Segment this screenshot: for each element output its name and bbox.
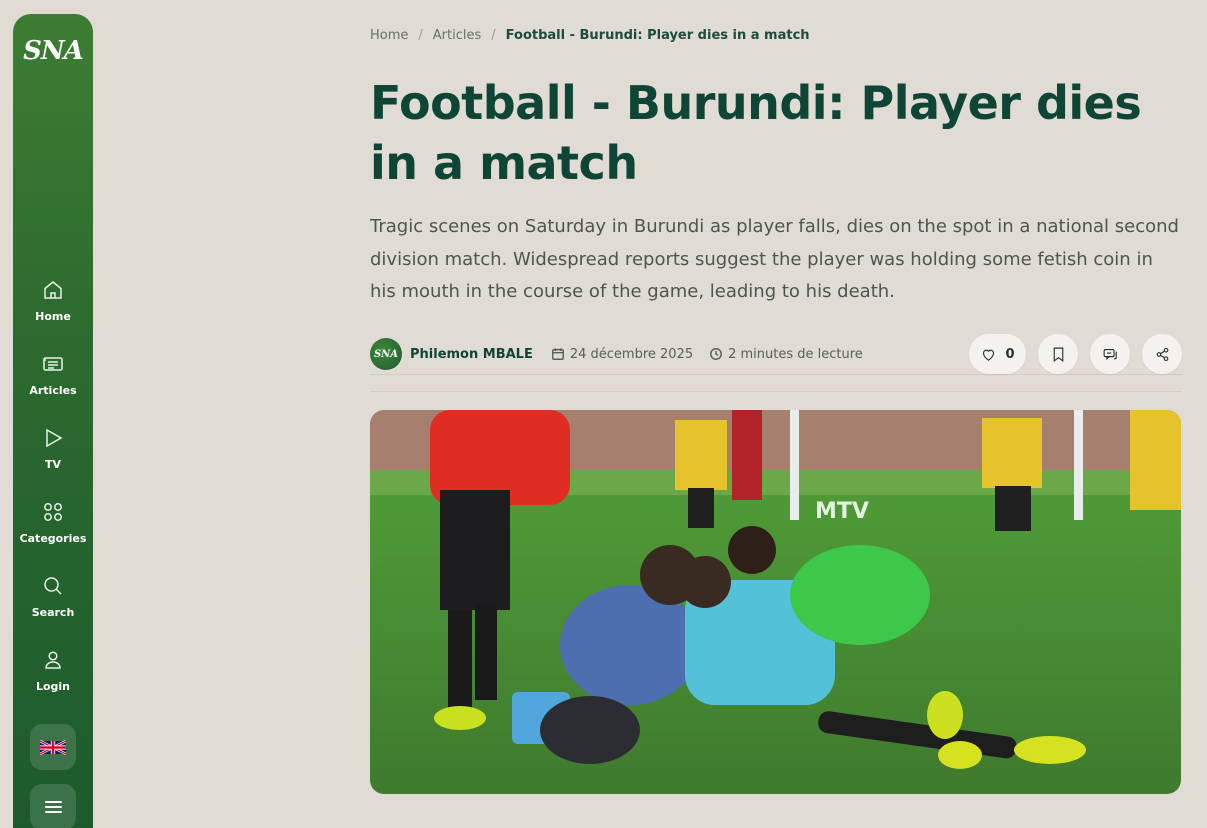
- share-icon: [1156, 347, 1168, 361]
- breadcrumb-separator: /: [418, 28, 423, 43]
- sidebar-item-search[interactable]: Search: [13, 574, 93, 648]
- calendar-icon: [551, 348, 564, 360]
- breadcrumb-articles-link[interactable]: Articles: [433, 28, 481, 43]
- like-count: 0: [1005, 346, 1015, 362]
- comments-button[interactable]: [1090, 334, 1130, 374]
- sidebar-item-home[interactable]: Home: [13, 278, 93, 352]
- breadcrumb-separator: /: [491, 28, 496, 43]
- bookmark-icon: [1053, 347, 1063, 362]
- sidebar-item-label: Categories: [19, 532, 87, 545]
- hamburger-icon: [44, 798, 62, 816]
- image-watermark: MTV: [815, 499, 869, 524]
- sidebar-item-label: Articles: [29, 384, 77, 397]
- comments-icon: [1103, 348, 1117, 360]
- breadcrumb-home-link[interactable]: Home: [370, 28, 408, 43]
- sidebar-item-label: Login: [35, 680, 71, 693]
- article-hero-image: MTV: [370, 410, 1181, 794]
- read-time: 2 minutes de lecture: [709, 347, 863, 362]
- articles-icon: [43, 357, 63, 371]
- read-time-text: 2 minutes de lecture: [728, 346, 863, 362]
- sidebar: SNA Home Articles TV Categories Search L…: [13, 14, 93, 828]
- bookmark-button[interactable]: [1038, 334, 1078, 374]
- language-switcher-button[interactable]: [30, 724, 76, 770]
- sidebar-item-categories[interactable]: Categories: [13, 500, 93, 574]
- sidebar-nav: Home Articles TV Categories Search Login: [13, 278, 93, 828]
- menu-button[interactable]: [30, 784, 76, 828]
- article-actions: 0: [969, 334, 1182, 374]
- football-medical-scene-illustration: MTV: [370, 410, 1181, 794]
- sidebar-item-login[interactable]: Login: [13, 648, 93, 722]
- sidebar-item-articles[interactable]: Articles: [13, 352, 93, 426]
- publish-date-text: 24 décembre 2025: [569, 346, 694, 362]
- user-icon: [45, 651, 61, 669]
- sidebar-item-label: TV: [44, 458, 62, 471]
- sidebar-item-label: Home: [35, 310, 71, 323]
- share-button[interactable]: [1142, 334, 1182, 374]
- article-meta: SNA Philemon MBALE 24 décembre 2025 2 mi…: [370, 334, 1182, 392]
- meta-divider: [370, 390, 1182, 392]
- author-avatar[interactable]: SNA: [370, 338, 402, 370]
- breadcrumb: Home / Articles / Football - Burundi: Pl…: [370, 28, 1182, 43]
- play-icon: [46, 428, 63, 448]
- clock-icon: [710, 348, 723, 360]
- article-title: Football - Burundi: Player dies in a mat…: [370, 76, 1142, 190]
- author-name[interactable]: Philemon MBALE: [410, 347, 533, 362]
- grid-icon: [44, 503, 62, 521]
- site-logo[interactable]: SNA: [23, 36, 84, 66]
- article-main: Home / Articles / Football - Burundi: Pl…: [370, 28, 1182, 392]
- like-button[interactable]: 0: [969, 334, 1026, 374]
- article-lead: Tragic scenes on Saturday in Burundi as …: [370, 216, 1179, 302]
- uk-flag-icon: [40, 739, 66, 755]
- heart-icon: [983, 349, 995, 361]
- search-icon: [44, 577, 62, 595]
- home-icon: [44, 281, 62, 299]
- sidebar-item-tv[interactable]: TV: [13, 426, 93, 500]
- breadcrumb-current: Football - Burundi: Player dies in a mat…: [505, 28, 810, 43]
- publish-date: 24 décembre 2025: [551, 347, 693, 362]
- sidebar-item-label: Search: [31, 606, 75, 619]
